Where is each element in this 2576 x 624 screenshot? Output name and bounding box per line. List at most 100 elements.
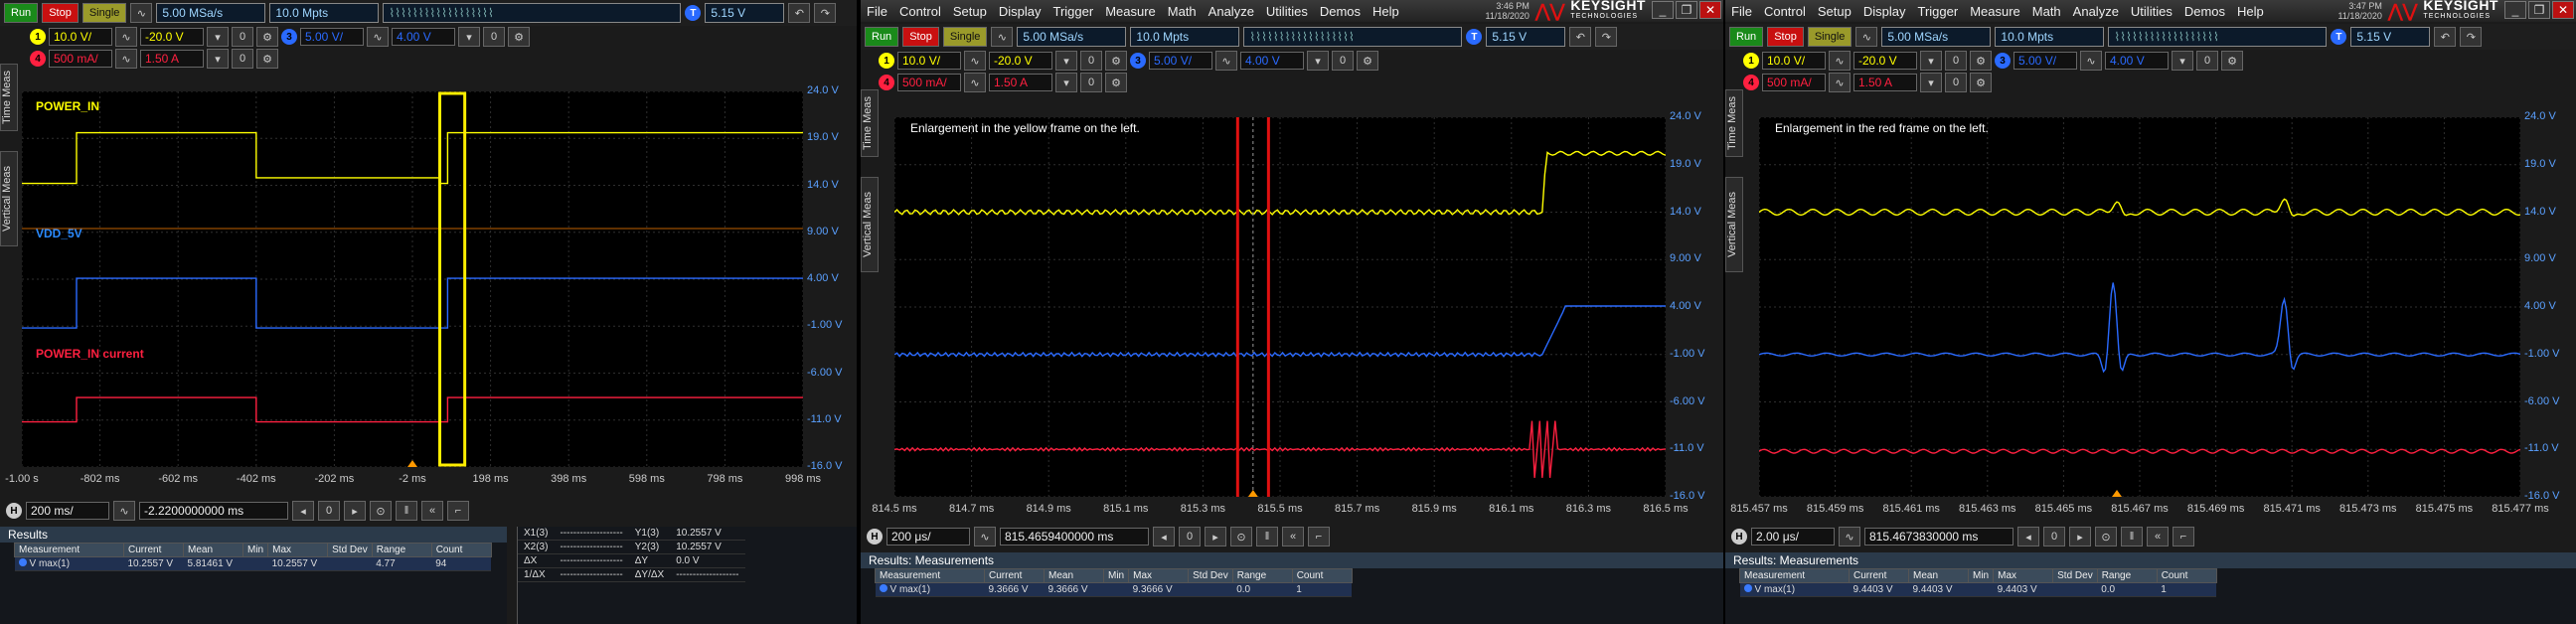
channel-1-zero-icon[interactable]: 0 xyxy=(1945,51,1967,71)
channel-1-scale[interactable]: 10.0 V/ xyxy=(1762,52,1826,70)
bookmark-icon[interactable]: ⌐ xyxy=(2173,527,2194,546)
channel-3-down-icon[interactable]: ▾ xyxy=(2172,51,2193,71)
memory-depth-field[interactable]: 10.0 Mpts xyxy=(269,3,380,23)
autoscale-icon[interactable]: ∿ xyxy=(1855,27,1878,47)
menu-measure[interactable]: Measure xyxy=(1105,4,1156,19)
timebase-field[interactable]: 200 ms/ xyxy=(26,502,109,520)
undo-icon[interactable]: ↶ xyxy=(788,3,811,23)
channel-3-scale[interactable]: 5.00 V/ xyxy=(1149,52,1212,70)
redo-icon[interactable]: ↷ xyxy=(1595,27,1618,47)
autoscale-icon[interactable]: ∿ xyxy=(991,27,1014,47)
pause-icon[interactable]: ‖ xyxy=(2121,527,2143,546)
channel-4-scale[interactable]: 500 mA/ xyxy=(1762,74,1826,91)
zoom-icon[interactable]: ⊙ xyxy=(1230,527,1252,546)
menu-analyze[interactable]: Analyze xyxy=(1208,4,1254,19)
right-arrow-icon[interactable]: ▸ xyxy=(1205,527,1226,546)
channel-4-down-icon[interactable]: ▾ xyxy=(207,49,229,69)
stop-button[interactable]: Stop xyxy=(1767,27,1804,47)
timebase-knob-icon[interactable]: ∿ xyxy=(113,501,135,521)
menu-measure[interactable]: Measure xyxy=(1970,4,2020,19)
channel-3-settings-icon[interactable]: ⚙ xyxy=(508,27,530,47)
single-button[interactable]: Single xyxy=(942,27,988,47)
sidetab-time-meas[interactable]: Time Meas xyxy=(0,64,18,131)
restore-button[interactable]: ❐ xyxy=(2528,1,2550,19)
channel-1-settings-icon[interactable]: ⚙ xyxy=(1105,51,1127,71)
back-icon[interactable]: « xyxy=(1282,527,1304,546)
channel-3-badge[interactable]: 3 xyxy=(1995,53,2011,69)
sidetab-vertical-meas[interactable]: Vertical Meas xyxy=(1725,177,1743,272)
measurement-row[interactable]: V max(1) 10.2557 V 5.81461 V 10.2557 V 4.77 9… xyxy=(14,556,492,571)
run-button[interactable]: Run xyxy=(4,3,39,23)
channel-4-zero-icon[interactable]: 0 xyxy=(232,49,253,69)
bookmark-icon[interactable]: ⌐ xyxy=(1308,527,1330,546)
channel-1-scale-knob-icon[interactable]: ∿ xyxy=(964,51,986,71)
run-button[interactable]: Run xyxy=(1729,27,1764,47)
timebase-field[interactable]: 200 μs/ xyxy=(886,528,970,546)
right-arrow-icon[interactable]: ▸ xyxy=(2069,527,2091,546)
menu-display[interactable]: Display xyxy=(999,4,1042,19)
channel-3-zero-icon[interactable]: 0 xyxy=(2196,51,2218,71)
zero-icon[interactable]: 0 xyxy=(1179,527,1201,546)
menu-trigger[interactable]: Trigger xyxy=(1052,4,1093,19)
timebase-knob-icon[interactable]: ∿ xyxy=(974,527,996,546)
trigger-level-field[interactable]: 5.15 V xyxy=(705,3,785,23)
channel-3-offset[interactable]: 4.00 V xyxy=(1240,52,1304,70)
left-arrow-icon[interactable]: ◂ xyxy=(1153,527,1175,546)
channel-4-scale-knob-icon[interactable]: ∿ xyxy=(1829,73,1851,92)
bookmark-icon[interactable]: ⌐ xyxy=(447,501,469,521)
menu-file[interactable]: File xyxy=(867,4,887,19)
channel-1-zero-icon[interactable]: 0 xyxy=(232,27,253,47)
sidetab-time-meas[interactable]: Time Meas xyxy=(861,89,879,157)
horizontal-position-field[interactable]: 815.4659400000 ms xyxy=(1000,528,1149,546)
channel-3-down-icon[interactable]: ▾ xyxy=(1307,51,1329,71)
channel-4-badge[interactable]: 4 xyxy=(30,51,46,67)
channel-4-scale[interactable]: 500 mA/ xyxy=(897,74,961,91)
autoscale-icon[interactable]: ∿ xyxy=(130,3,153,23)
menu-control[interactable]: Control xyxy=(899,4,941,19)
sidetab-time-meas[interactable]: Time Meas xyxy=(1725,89,1743,157)
channel-3-scale-knob-icon[interactable]: ∿ xyxy=(367,27,389,47)
channel-4-settings-icon[interactable]: ⚙ xyxy=(1970,73,1992,92)
channel-1-offset[interactable]: -20.0 V xyxy=(989,52,1052,70)
back-icon[interactable]: « xyxy=(2147,527,2169,546)
pause-icon[interactable]: ‖ xyxy=(396,501,417,521)
channel-1-settings-icon[interactable]: ⚙ xyxy=(256,27,278,47)
channel-1-offset[interactable]: -20.0 V xyxy=(140,28,204,46)
channel-4-badge[interactable]: 4 xyxy=(1743,75,1759,90)
run-button[interactable]: Run xyxy=(865,27,899,47)
restore-button[interactable]: ❐ xyxy=(1676,1,1697,19)
measurement-row[interactable]: V max(1) 9.4403 V 9.4403 V 9.4403 V 0.0 1 xyxy=(1739,582,2217,597)
channel-3-offset[interactable]: 4.00 V xyxy=(2105,52,2169,70)
stop-button[interactable]: Stop xyxy=(902,27,939,47)
trigger-level-field[interactable]: 5.15 V xyxy=(2350,27,2431,47)
channel-1-badge[interactable]: 1 xyxy=(30,29,46,45)
horizontal-position-field[interactable]: 815.4673830000 ms xyxy=(1864,528,2013,546)
menu-control[interactable]: Control xyxy=(1764,4,1806,19)
channel-3-badge[interactable]: 3 xyxy=(281,29,297,45)
stop-button[interactable]: Stop xyxy=(42,3,79,23)
memory-depth-field[interactable]: 10.0 Mpts xyxy=(1995,27,2105,47)
sample-rate-field[interactable]: 5.00 MSa/s xyxy=(156,3,266,23)
channel-1-down-icon[interactable]: ▾ xyxy=(207,27,229,47)
redo-icon[interactable]: ↷ xyxy=(2460,27,2483,47)
sample-rate-field[interactable]: 5.00 MSa/s xyxy=(1017,27,1127,47)
undo-icon[interactable]: ↶ xyxy=(2434,27,2457,47)
channel-3-badge[interactable]: 3 xyxy=(1130,53,1146,69)
memory-depth-field[interactable]: 10.0 Mpts xyxy=(1130,27,1240,47)
menu-setup[interactable]: Setup xyxy=(1818,4,1852,19)
timebase-field[interactable]: 2.00 μs/ xyxy=(1751,528,1835,546)
horizontal-position-field[interactable]: -2.2200000000 ms xyxy=(139,502,288,520)
undo-icon[interactable]: ↶ xyxy=(1569,27,1592,47)
channel-3-down-icon[interactable]: ▾ xyxy=(458,27,480,47)
channel-4-scale-knob-icon[interactable]: ∿ xyxy=(964,73,986,92)
pause-icon[interactable]: ‖ xyxy=(1256,527,1278,546)
zero-icon[interactable]: 0 xyxy=(2043,527,2065,546)
channel-1-down-icon[interactable]: ▾ xyxy=(1920,51,1942,71)
minimize-button[interactable]: _ xyxy=(2504,1,2526,19)
single-button[interactable]: Single xyxy=(1807,27,1852,47)
close-button[interactable]: ✕ xyxy=(1699,1,1721,19)
zoom-icon[interactable]: ⊙ xyxy=(370,501,392,521)
channel-1-zero-icon[interactable]: 0 xyxy=(1080,51,1102,71)
channel-3-settings-icon[interactable]: ⚙ xyxy=(1357,51,1378,71)
channel-4-settings-icon[interactable]: ⚙ xyxy=(1105,73,1127,92)
